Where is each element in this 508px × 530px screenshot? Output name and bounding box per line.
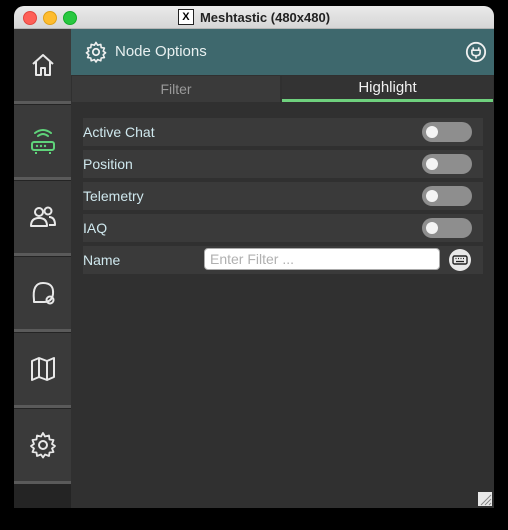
option-label: Position <box>83 156 133 172</box>
option-row-name: Name <box>83 246 483 274</box>
home-icon <box>31 54 54 76</box>
users-icon <box>29 206 56 227</box>
keyboard-icon <box>449 249 471 271</box>
window-title: Meshtastic (480x480) <box>199 9 331 25</box>
sidebar-item-home[interactable] <box>14 29 71 104</box>
option-row-position: Position <box>83 150 483 178</box>
app-window: X Meshtastic (480x480) Node Options Filt… <box>14 6 494 508</box>
name-filter-input[interactable] <box>204 248 440 270</box>
option-label: IAQ <box>83 220 108 236</box>
panel-header: Node Options <box>71 29 494 75</box>
option-row-iaq: IAQ <box>83 214 483 242</box>
sidebar-item-messages[interactable] <box>14 257 71 332</box>
active-chat-toggle[interactable] <box>422 122 472 142</box>
gear-icon <box>85 41 107 63</box>
option-label: Telemetry <box>83 188 144 204</box>
plug-icon[interactable] <box>465 41 487 63</box>
panel-title: Node Options <box>115 43 207 60</box>
option-label: Active Chat <box>83 124 155 140</box>
gear-icon <box>29 432 56 459</box>
router-icon <box>30 129 55 154</box>
tab-highlight[interactable]: Highlight <box>282 76 493 102</box>
sidebar-item-settings[interactable] <box>14 409 71 484</box>
iaq-toggle[interactable] <box>422 218 472 238</box>
resize-grip-icon[interactable] <box>478 492 492 506</box>
main-content: Node Options Filter Highlight Active Cha… <box>71 29 494 508</box>
keyboard-button[interactable] <box>447 248 473 272</box>
sidebar <box>14 29 71 508</box>
sidebar-item-map[interactable] <box>14 333 71 408</box>
map-icon <box>30 357 55 381</box>
chat-icon <box>32 282 54 305</box>
title-bar: X Meshtastic (480x480) <box>14 6 494 29</box>
option-row-active-chat: Active Chat <box>83 118 483 146</box>
telemetry-toggle[interactable] <box>422 186 472 206</box>
sidebar-item-nodes[interactable] <box>14 105 71 180</box>
sidebar-item-groups[interactable] <box>14 181 71 256</box>
name-label: Name <box>83 252 121 268</box>
tab-filter[interactable]: Filter <box>72 76 280 102</box>
option-row-telemetry: Telemetry <box>83 182 483 210</box>
tab-bar: Filter Highlight <box>71 76 494 102</box>
x11-icon: X <box>177 9 194 25</box>
position-toggle[interactable] <box>422 154 472 174</box>
